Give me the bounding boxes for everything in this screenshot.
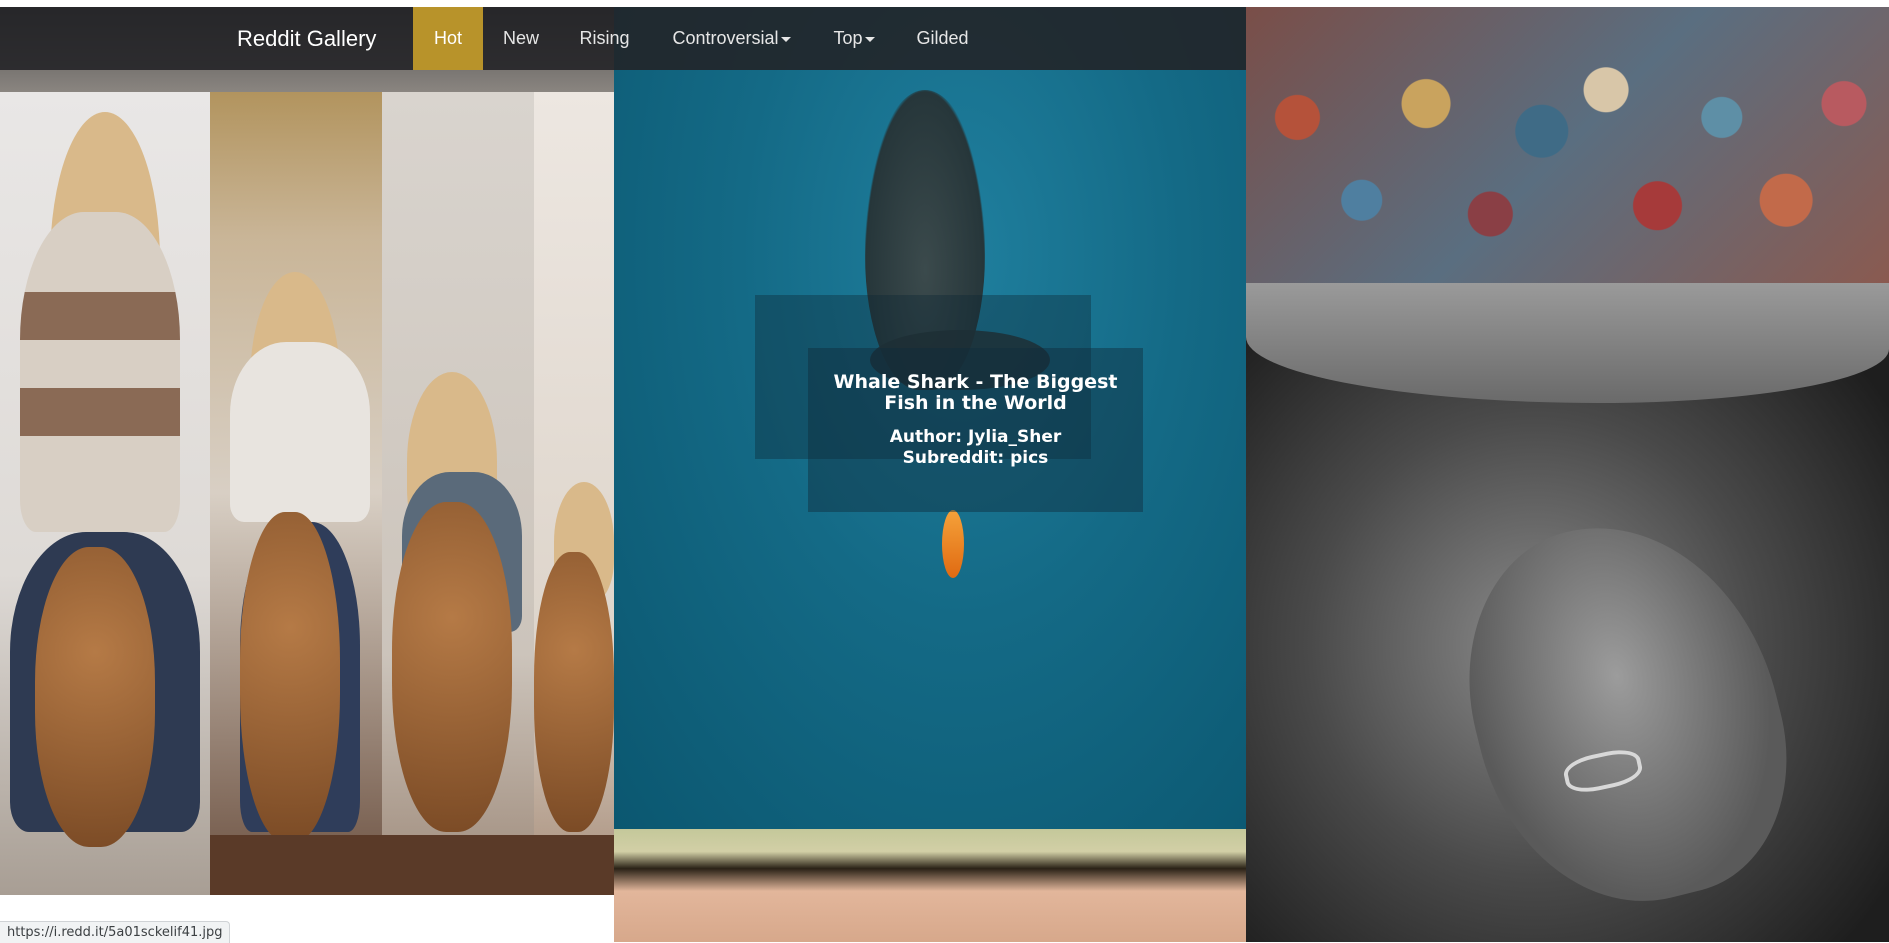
window-top-strip [0, 0, 1889, 7]
nav-top[interactable]: Top [813, 7, 895, 70]
image-gallery: Whale Shark - The Biggest Fish in the Wo… [0, 7, 1889, 942]
caret-down-icon [864, 36, 875, 42]
nav-gilded[interactable]: Gilded [895, 7, 990, 70]
kayak-shape [942, 510, 964, 578]
image-caption-overlay[interactable]: Whale Shark - The Biggest Fish in the Wo… [808, 348, 1143, 512]
caption-title: Whale Shark - The Biggest Fish in the Wo… [833, 371, 1118, 414]
nav-hot[interactable]: Hot [413, 7, 483, 70]
caret-down-icon [780, 36, 791, 42]
gallery-image-finger[interactable] [614, 829, 1246, 942]
gallery-image-pebbles[interactable] [1246, 7, 1889, 283]
nav-new[interactable]: New [483, 7, 559, 70]
top-navbar: Reddit Gallery Hot New Rising Controvers… [0, 7, 1246, 70]
nav-controversial[interactable]: Controversial [650, 7, 813, 70]
caption-author: Author: Jylia_Sher [889, 427, 1062, 447]
gallery-image-dogs[interactable] [0, 7, 614, 895]
brand-logo[interactable]: Reddit Gallery [237, 7, 376, 70]
caption-subreddit: Subreddit: pics [902, 448, 1049, 468]
link-status-bar: https://i.redd.it/5a01sckelif41.jpg [0, 921, 231, 943]
gallery-image-old-woman[interactable] [1246, 283, 1889, 942]
nav-rising[interactable]: Rising [559, 7, 650, 70]
